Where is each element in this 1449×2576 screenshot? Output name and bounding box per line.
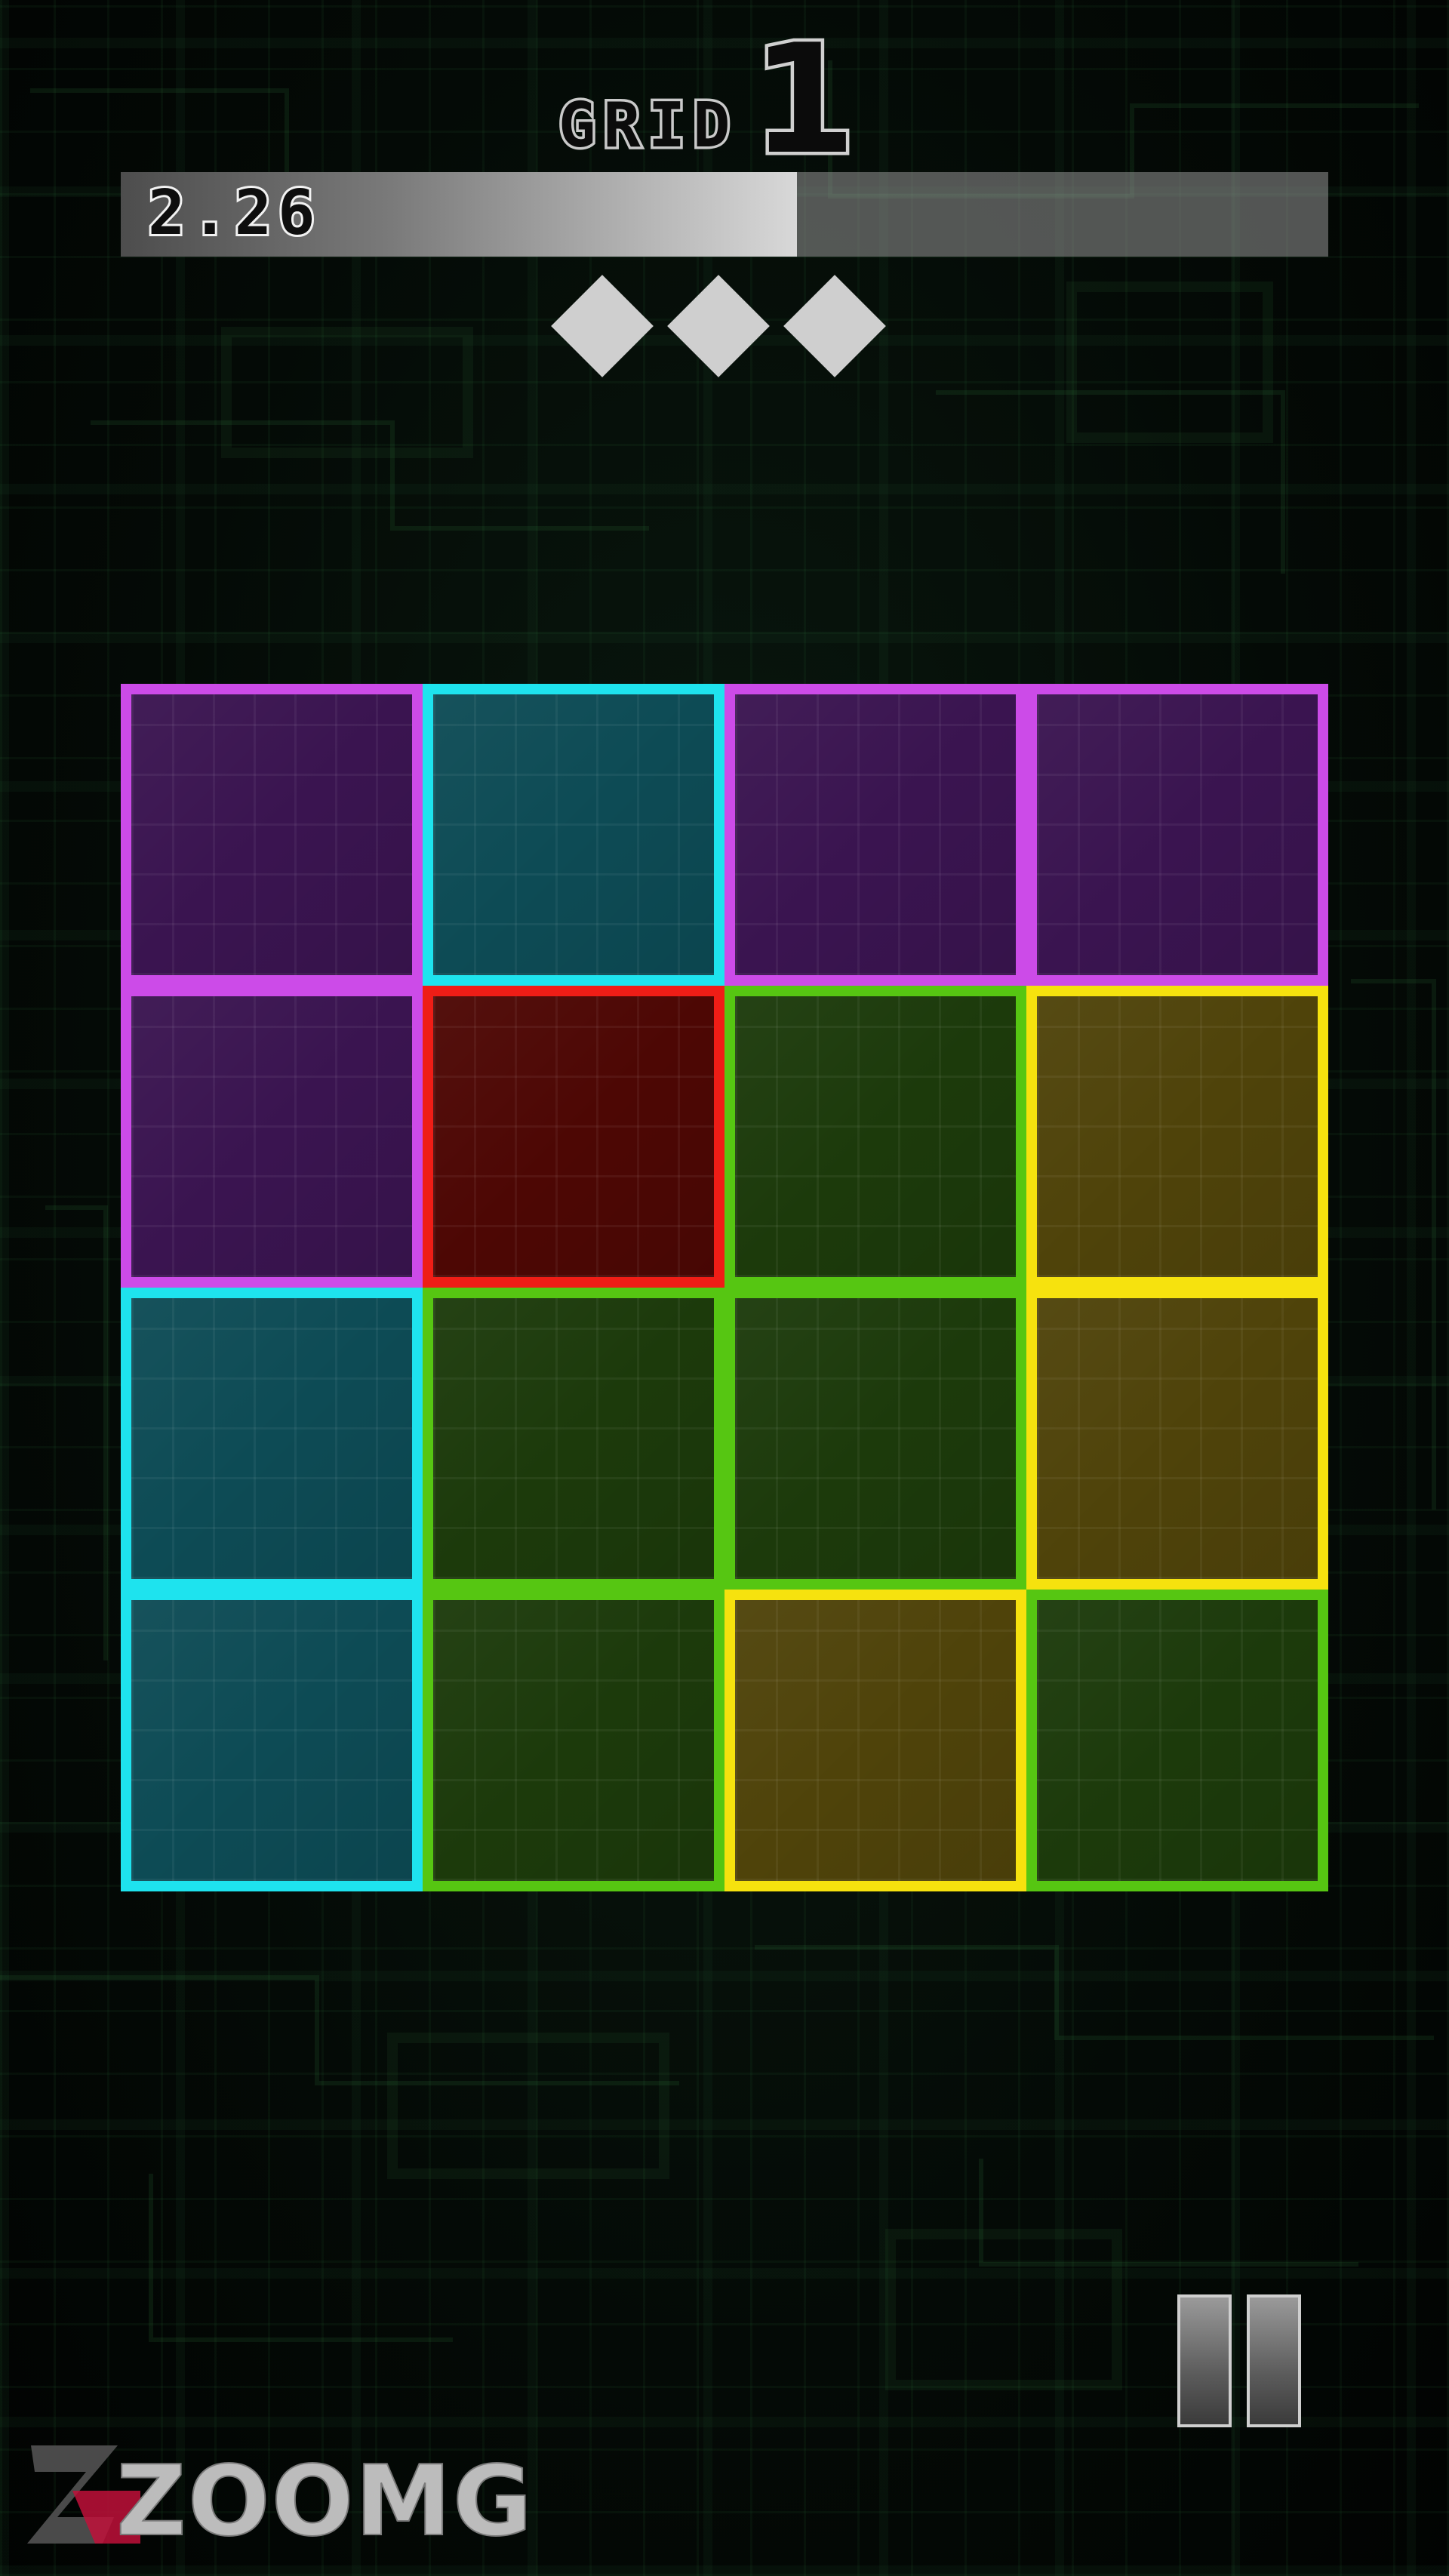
grid-label: GRID: [555, 90, 738, 162]
diamond-icon: [782, 273, 888, 379]
zoomg-logo: ZOOMG: [27, 2438, 586, 2559]
pause-icon: [1247, 2294, 1301, 2427]
pause-icon: [1177, 2294, 1232, 2427]
grid-tile-green[interactable]: [423, 1590, 724, 1891]
timer-value: 2.26: [146, 177, 321, 250]
grid-tile-cyan[interactable]: [121, 1288, 423, 1590]
grid-tile-cyan[interactable]: [423, 684, 724, 986]
grid-tile-green[interactable]: [1026, 1590, 1328, 1891]
timer-bar: 2.26: [121, 172, 1328, 257]
level-title: GRID 1: [555, 12, 860, 188]
grid-tile-purple[interactable]: [724, 684, 1026, 986]
zoomg-text: ZOOMG: [116, 2445, 534, 2551]
grid-number: 1: [748, 12, 860, 188]
grid-tile-green[interactable]: [423, 1288, 724, 1590]
grid-tile-yellow[interactable]: [1026, 986, 1328, 1288]
pause-button[interactable]: [1177, 2294, 1321, 2432]
grid-tile-yellow[interactable]: [724, 1590, 1026, 1891]
grid-tile-purple[interactable]: [121, 684, 423, 986]
game-board: [121, 684, 1328, 1891]
grid-tile-purple[interactable]: [1026, 684, 1328, 986]
grid-tile-green[interactable]: [724, 986, 1026, 1288]
diamond-icon: [666, 273, 771, 379]
zoomg-logo-graphic: ZOOMG: [27, 2445, 534, 2559]
grid-tile-cyan[interactable]: [121, 1590, 423, 1891]
lives-indicator: [549, 273, 888, 379]
diamond-icon: [549, 273, 655, 379]
grid-tile-purple[interactable]: [121, 986, 423, 1288]
grid-tile-red[interactable]: [423, 986, 724, 1288]
grid-tile-yellow[interactable]: [1026, 1288, 1328, 1590]
grid-tile-green[interactable]: [724, 1288, 1026, 1590]
